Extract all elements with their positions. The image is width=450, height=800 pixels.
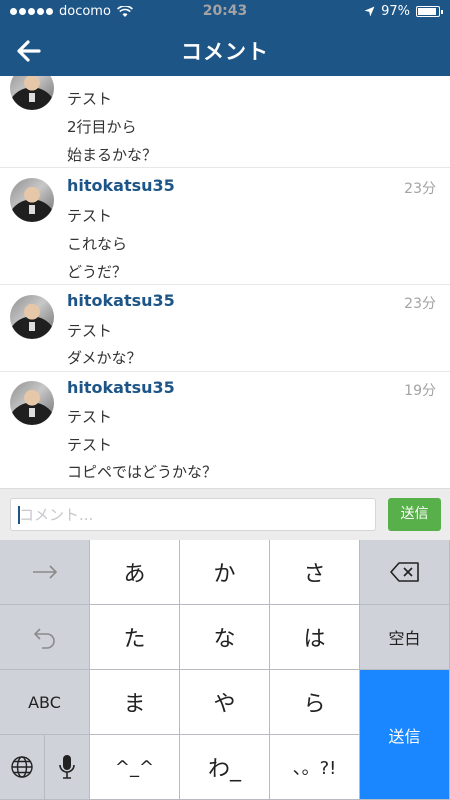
comment-line: テスト <box>67 436 113 454</box>
avatar[interactable] <box>10 381 54 425</box>
arrow-right-icon <box>32 565 57 579</box>
abc-key[interactable]: ABC <box>0 670 90 735</box>
key-ka[interactable]: か <box>180 540 270 605</box>
delete-icon <box>389 562 419 582</box>
key-ra[interactable]: ら <box>270 670 360 735</box>
comment-item: hitokatsu35 19分 テスト テスト コピペではどうかな？ <box>0 372 450 488</box>
key-emoticon[interactable]: ^_^ <box>90 735 180 800</box>
comment-input[interactable] <box>10 498 376 531</box>
key-wa[interactable]: わ_ <box>180 735 270 800</box>
key-ta[interactable]: た <box>90 605 180 670</box>
comment-item: テスト 2行目から 始まるかな？ <box>0 76 450 166</box>
globe-icon <box>11 756 33 778</box>
status-right: 97% <box>364 4 443 19</box>
comment-list[interactable]: テスト 2行目から 始まるかな？ hitokatsu35 23分 テスト これな… <box>0 76 450 488</box>
battery-percent: 97% <box>381 4 410 19</box>
comment-username[interactable]: hitokatsu35 <box>67 176 175 195</box>
key-punctuation[interactable]: 、。?! <box>270 735 360 800</box>
globe-key[interactable] <box>0 735 45 800</box>
undo-icon <box>33 628 55 649</box>
microphone-icon <box>59 755 75 779</box>
location-icon <box>364 6 375 17</box>
next-candidate-key[interactable] <box>0 540 90 605</box>
comment-time: 23分 <box>404 181 436 197</box>
battery-icon <box>416 6 443 17</box>
key-ya[interactable]: や <box>180 670 270 735</box>
comment-line: どうだ？ <box>67 263 128 281</box>
send-button[interactable]: 送信 <box>388 498 441 531</box>
keyboard: ABC あ か さ た な は ま や ら ^_^ わ_ 、。?! 空白 送信 <box>0 540 450 800</box>
comment-username[interactable]: hitokatsu35 <box>67 378 175 397</box>
comment-line: テスト <box>67 408 113 426</box>
comment-username[interactable]: hitokatsu35 <box>67 291 175 310</box>
key-ha[interactable]: は <box>270 605 360 670</box>
comment-time: 23分 <box>404 296 436 312</box>
battery-fill <box>418 8 437 15</box>
undo-key[interactable] <box>0 605 90 670</box>
microphone-key[interactable] <box>45 735 90 800</box>
comment-item: hitokatsu35 23分 テスト ダメかな？ <box>0 285 450 371</box>
status-bar: docomo 20:43 97% <box>0 0 450 24</box>
return-key[interactable]: 送信 <box>360 670 450 800</box>
avatar[interactable] <box>10 178 54 222</box>
comment-line: 始まるかな？ <box>67 146 158 164</box>
navigation-bar: コメント <box>0 24 450 76</box>
comment-time: 19分 <box>404 383 436 399</box>
top-bar: docomo 20:43 97% コメント <box>0 0 450 76</box>
comment-input-bar: 送信 <box>0 488 450 540</box>
comment-line: 2行目から <box>67 118 137 136</box>
page-title: コメント <box>181 40 269 64</box>
comment-line: これなら <box>67 235 128 253</box>
comment-line: コピペではどうかな？ <box>67 463 218 481</box>
text-cursor <box>18 506 20 524</box>
key-sa[interactable]: さ <box>270 540 360 605</box>
comment-line: テスト <box>67 90 113 108</box>
key-ma[interactable]: ま <box>90 670 180 735</box>
delete-key[interactable] <box>360 540 450 605</box>
space-key[interactable]: 空白 <box>360 605 450 670</box>
comment-line: ダメかな？ <box>67 349 142 367</box>
avatar[interactable] <box>10 76 54 110</box>
comment-item: hitokatsu35 23分 テスト これなら どうだ？ <box>0 168 450 284</box>
comment-line: テスト <box>67 322 113 340</box>
key-a[interactable]: あ <box>90 540 180 605</box>
comment-line: テスト <box>67 207 113 225</box>
key-na[interactable]: な <box>180 605 270 670</box>
avatar[interactable] <box>10 295 54 339</box>
